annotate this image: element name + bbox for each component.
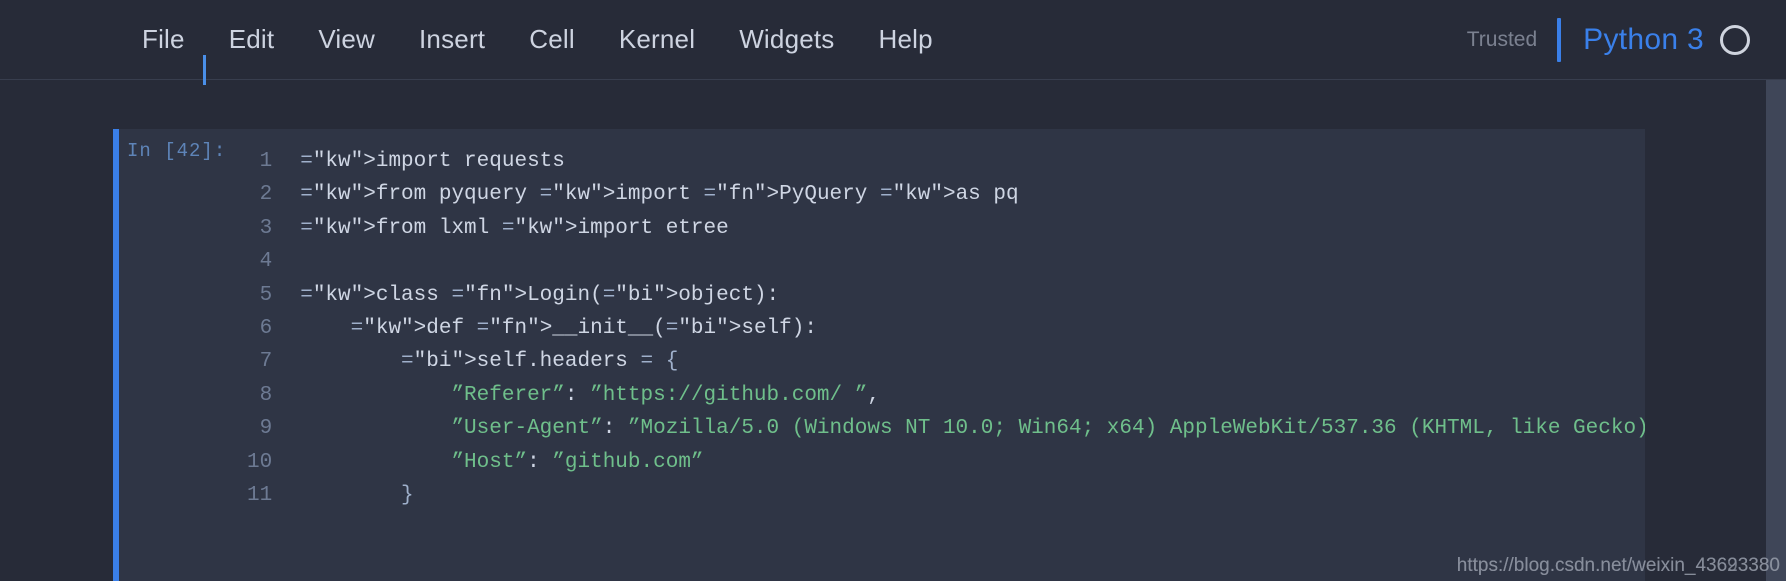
code-line: } bbox=[401, 483, 414, 507]
line-number-gutter: 1 2 3 4 5 6 7 8 9 10 11 bbox=[226, 129, 287, 581]
menu-item-cell[interactable]: Cell bbox=[507, 20, 597, 59]
code-line: ="kw">class ="fn">Login(="bi">object): bbox=[300, 283, 780, 307]
line-number: 4 bbox=[259, 250, 273, 274]
vertical-scrollbar-track[interactable] bbox=[1766, 80, 1786, 581]
kernel-name-label[interactable]: Python 3 bbox=[1583, 23, 1704, 57]
menu-bar-status-area: Trusted Python 3 bbox=[1467, 0, 1750, 79]
line-number: 6 bbox=[259, 316, 273, 340]
code-line: ”Host”: ”github.com” bbox=[451, 450, 704, 474]
code-line: ="kw">from pyquery ="kw">import ="fn">Py… bbox=[300, 183, 1019, 207]
trusted-badge[interactable]: Trusted bbox=[1467, 28, 1537, 52]
line-number: 2 bbox=[259, 183, 273, 207]
menu-item-edit[interactable]: Edit bbox=[207, 20, 297, 59]
menu-item-help[interactable]: Help bbox=[857, 20, 955, 59]
menu-item-view[interactable]: View bbox=[296, 20, 397, 59]
code-line: ="kw">def ="fn">__init__(="bi">self): bbox=[350, 316, 817, 340]
code-text-area[interactable]: ="kw">import requests ="kw">from pyquery … bbox=[286, 129, 1645, 581]
menu-bar: File Edit View Insert Cell Kernel Widget… bbox=[0, 0, 1786, 80]
text-cursor bbox=[203, 55, 206, 85]
vertical-scrollbar-thumb[interactable] bbox=[1766, 80, 1786, 581]
jupyter-notebook-window: File Edit View Insert Cell Kernel Widget… bbox=[0, 0, 1786, 581]
line-number: 7 bbox=[259, 350, 273, 374]
kernel-idle-circle-icon[interactable] bbox=[1720, 24, 1750, 55]
menu-item-insert[interactable]: Insert bbox=[397, 20, 507, 59]
code-line: ="bi">self.headers = { bbox=[401, 350, 679, 374]
line-number: 3 bbox=[259, 216, 273, 240]
line-number: 9 bbox=[259, 417, 273, 441]
code-cell[interactable]: In [42]: 1 2 3 4 5 6 7 8 9 10 11 ="kw">i… bbox=[113, 129, 1645, 581]
code-editor[interactable]: 1 2 3 4 5 6 7 8 9 10 11 ="kw">import req… bbox=[226, 129, 1645, 581]
code-line: ”User-Agent”: ”Mozilla/5.0 (Windows NT 1… bbox=[451, 417, 1645, 441]
line-number: 11 bbox=[247, 483, 273, 507]
status-divider bbox=[1557, 17, 1562, 62]
line-number: 10 bbox=[247, 450, 273, 474]
cell-prompt: In [42]: bbox=[119, 129, 227, 581]
menu-item-file[interactable]: File bbox=[120, 20, 207, 59]
line-number: 1 bbox=[259, 150, 273, 173]
notebook-body[interactable]: In [42]: 1 2 3 4 5 6 7 8 9 10 11 ="kw">i… bbox=[0, 80, 1786, 581]
menu-item-kernel[interactable]: Kernel bbox=[597, 20, 717, 59]
code-line: ”Referer”: ”https://github.com/ ”, bbox=[451, 383, 880, 407]
code-line: ="kw">from lxml ="kw">import etree bbox=[300, 216, 729, 240]
line-number: 8 bbox=[259, 383, 273, 407]
line-number: 5 bbox=[259, 283, 273, 307]
menu-item-list: File Edit View Insert Cell Kernel Widget… bbox=[120, 20, 955, 59]
code-line: ="kw">import requests bbox=[300, 150, 565, 173]
menu-item-widgets[interactable]: Widgets bbox=[717, 20, 856, 59]
